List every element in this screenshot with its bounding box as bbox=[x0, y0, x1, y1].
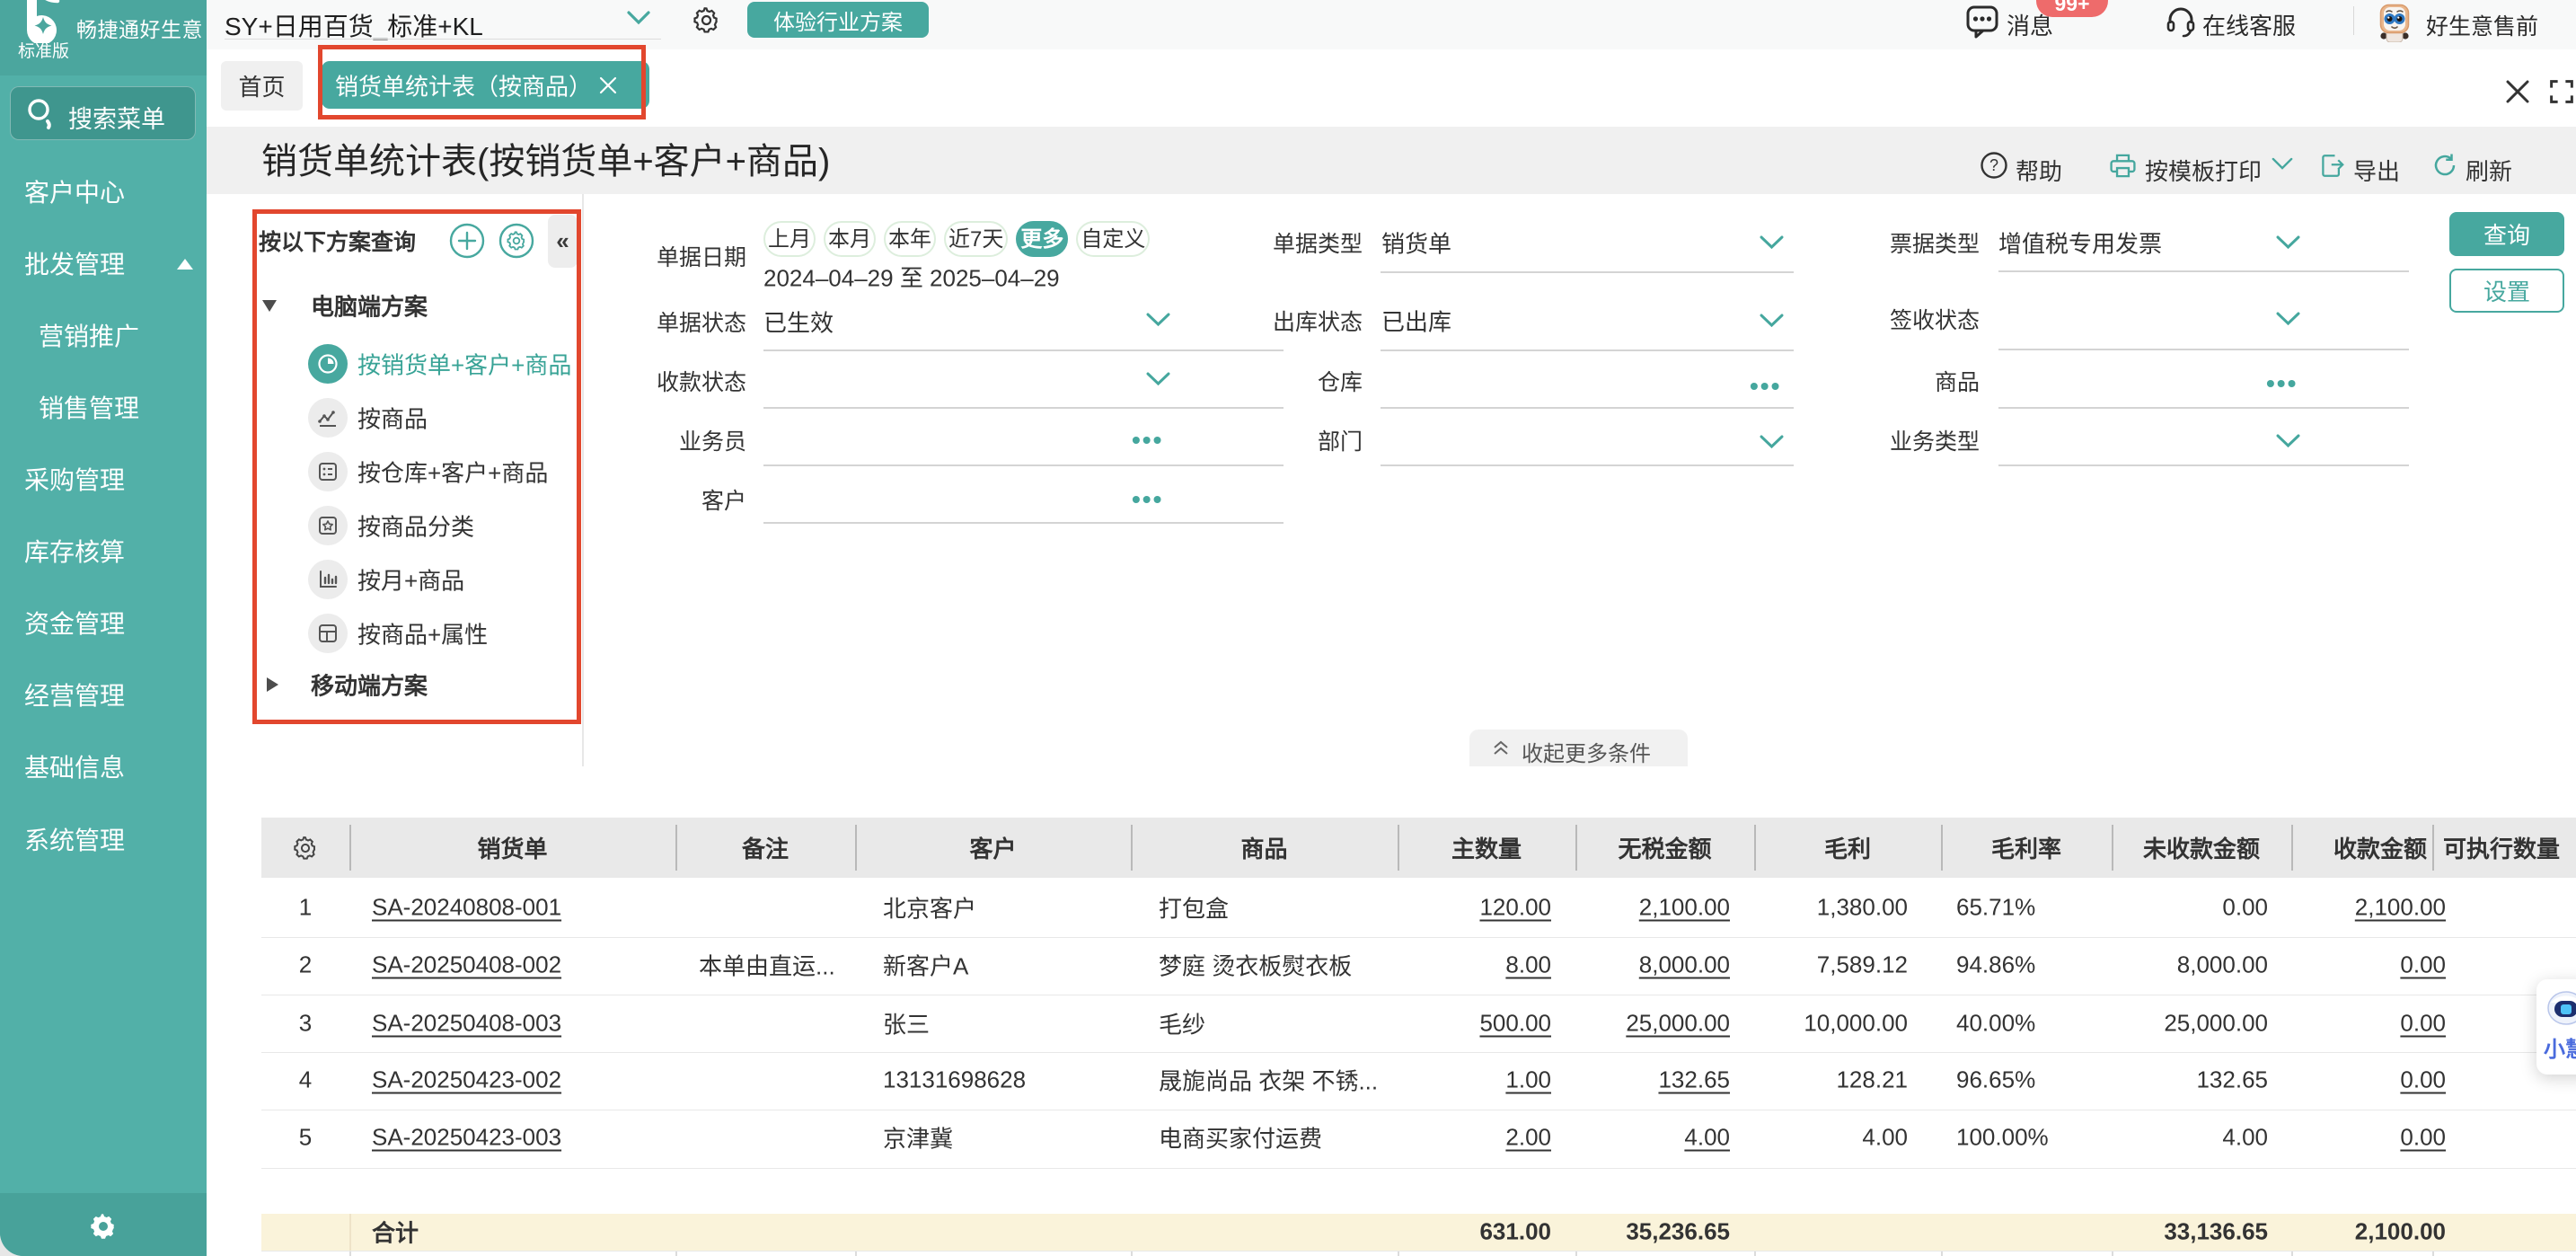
svg-text:?: ? bbox=[1989, 156, 1998, 174]
